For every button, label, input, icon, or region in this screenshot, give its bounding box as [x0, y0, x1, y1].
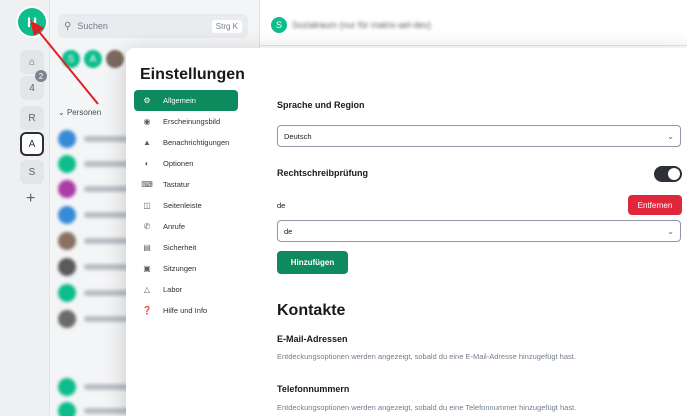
tab-label: Sitzungen — [163, 264, 197, 273]
tab-label: Hilfe und Info — [163, 306, 208, 315]
tab-general[interactable]: ⚙ Allgemein — [134, 90, 238, 111]
search-placeholder: Suchen — [77, 21, 108, 31]
search-input[interactable]: ⚲ Suchen Strg K — [58, 14, 248, 38]
toggle-knob — [668, 168, 680, 180]
sidebar-icon: ◫ — [143, 201, 151, 210]
tab-notifications[interactable]: ▲ Benachrichtigungen — [134, 132, 238, 153]
email-description: Entdeckungsoptionen werden angezeigt, so… — [277, 352, 576, 361]
chevron-down-icon: ⌄ — [667, 131, 674, 141]
tab-help[interactable]: ❓ Hilfe und Info — [134, 300, 238, 321]
tab-label: Allgemein — [163, 96, 196, 105]
spellcheck-select-value: de — [284, 226, 293, 236]
keyboard-icon: ⌨ — [141, 180, 153, 189]
remove-language-button[interactable]: Entfernen — [628, 195, 682, 215]
tab-label: Anrufe — [163, 222, 186, 231]
email-heading: E-Mail-Adressen — [277, 334, 348, 344]
settings-dialog: Einstellungen ⚙ Allgemein ◉ Erscheinungs… — [126, 48, 687, 416]
section-label: Personen — [66, 108, 102, 117]
tab-label: Erscheinungsbild — [163, 117, 221, 126]
room-title[interactable]: Sozialraum (nur für matrix-ael-dev) — [292, 20, 431, 30]
tab-label: Optionen — [163, 159, 194, 168]
section-heading-language: Sprache und Region — [277, 100, 365, 110]
language-select-value: Deutsch — [284, 131, 312, 141]
gear-icon: ⚙ — [143, 96, 151, 105]
phone-icon: ✆ — [143, 222, 151, 231]
avatar[interactable]: S — [62, 50, 80, 68]
tab-labs[interactable]: △ Labor — [134, 279, 238, 300]
tab-appearance[interactable]: ◉ Erscheinungsbild — [134, 111, 238, 132]
tab-sidebar[interactable]: ◫ Seitenleiste — [134, 195, 238, 216]
search-shortcut: Strg K — [211, 19, 242, 33]
space-a-button[interactable]: A — [20, 132, 44, 156]
lock-icon: ▤ — [143, 243, 151, 252]
user-menu-avatar[interactable]: H — [18, 8, 46, 36]
avatar[interactable]: A — [84, 50, 102, 68]
phone-description: Entdeckungsoptionen werden angezeigt, so… — [277, 403, 577, 412]
add-language-button[interactable]: Hinzufügen — [277, 251, 348, 274]
bell-icon: ▲ — [143, 138, 151, 147]
add-space-button[interactable]: + — [26, 190, 35, 208]
flask-icon: △ — [143, 285, 151, 294]
tab-label: Sicherheit — [163, 243, 197, 252]
settings-content: Sprache und Region Deutsch ⌄ Rechtschrei… — [276, 48, 686, 416]
chevron-down-icon: ⌄ — [667, 226, 674, 236]
tab-security[interactable]: ▤ Sicherheit — [134, 237, 238, 258]
avatar[interactable] — [106, 50, 124, 68]
spellcheck-toggle[interactable] — [654, 166, 682, 182]
tab-label: Benachrichtigungen — [163, 138, 230, 147]
spellcheck-language-label: de — [277, 201, 286, 210]
tab-label: Seitenleiste — [163, 201, 202, 210]
tab-options[interactable]: ◐ Optionen — [134, 153, 238, 174]
space-r-button[interactable]: R — [20, 106, 44, 130]
eye-icon: ◉ — [143, 117, 151, 126]
dialog-title: Einstellungen — [140, 66, 245, 83]
help-icon: ❓ — [142, 306, 152, 315]
settings-tabs: ⚙ Allgemein ◉ Erscheinungsbild ▲ Benachr… — [134, 90, 238, 321]
language-select[interactable]: Deutsch ⌄ — [277, 125, 681, 147]
tab-label: Tastatur — [163, 180, 190, 189]
tab-calls[interactable]: ✆ Anrufe — [134, 216, 238, 237]
toggle-icon: ◐ — [144, 159, 150, 168]
spellcheck-language-select[interactable]: de ⌄ — [277, 220, 681, 242]
tab-sessions[interactable]: ▣ Sitzungen — [134, 258, 238, 279]
phone-heading: Telefonnummern — [277, 384, 350, 394]
contacts-heading: Kontakte — [277, 302, 346, 319]
tab-label: Labor — [163, 285, 183, 294]
devices-icon: ▣ — [143, 264, 151, 273]
search-icon: ⚲ — [64, 20, 72, 32]
tab-keyboard[interactable]: ⌨ Tastatur — [134, 174, 238, 195]
section-heading-spellcheck: Rechtschreibprüfung — [277, 168, 369, 178]
unread-badge: 2 — [35, 70, 47, 82]
section-header-people[interactable]: ⌄ Personen — [58, 108, 101, 117]
room-avatar[interactable]: S — [271, 17, 287, 33]
space-s-button[interactable]: S — [20, 160, 44, 184]
